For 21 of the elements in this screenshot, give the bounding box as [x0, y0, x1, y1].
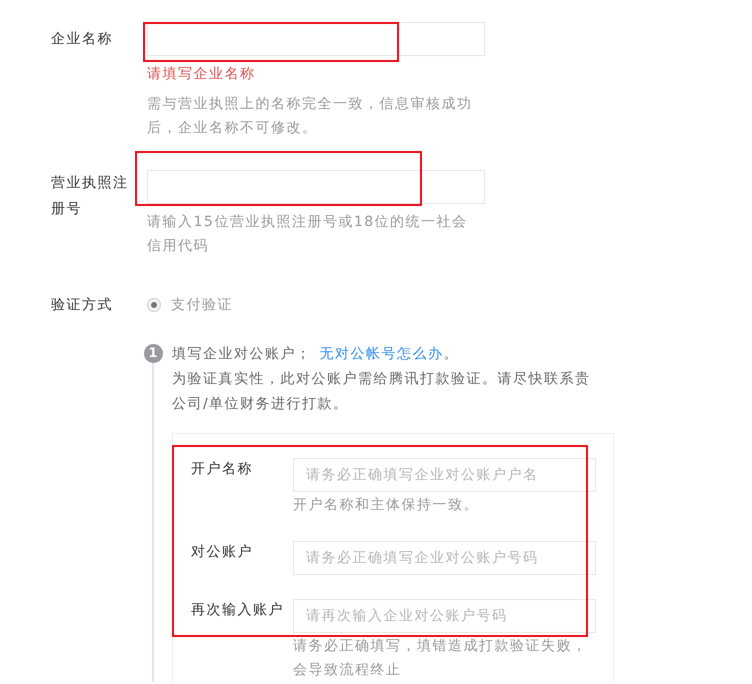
error-message: 请填写企业名称 — [147, 65, 256, 84]
help-text: 开户名称和主体保持一致。 — [293, 496, 480, 515]
radio-label: 支付验证 — [171, 296, 233, 315]
field-label: 营业执照注册号 — [51, 174, 130, 219]
help-text: 请输入15位营业执照注册号或18位的统一社会信用代码 — [147, 213, 469, 256]
text-input[interactable] — [147, 22, 485, 56]
field-label: 再次输入账户 — [191, 601, 285, 620]
step-title: 填写企业对公账户； 无对公帐号怎么办。 — [172, 345, 460, 364]
help-text: 需与营业执照上的名称完全一致，信息审核成功后，企业名称不可修改。 — [147, 95, 474, 138]
help-text: 请务必正确填写，填错造成打款验证失败，会导致流程终止 — [293, 637, 588, 680]
help-link[interactable]: 无对公帐号怎么办 — [320, 346, 444, 362]
text-input[interactable]: 请务必正确填写企业对公账户号码 — [293, 541, 596, 575]
field-label: 对公账户 — [191, 543, 254, 562]
text-input[interactable]: 请再次输入企业对公账户号码 — [293, 599, 596, 633]
step-number: 1 — [144, 344, 162, 363]
text-input[interactable]: 请务必正确填写企业对公账户户名 — [293, 458, 596, 492]
step-description: 为验证真实性，此对公账户需给腾讯打款验证。请尽快联系贵公司/单位财务进行打款。 — [172, 370, 592, 414]
text-input[interactable] — [147, 170, 485, 204]
field-label: 验证方式 — [51, 296, 114, 315]
field-label: 开户名称 — [191, 460, 254, 479]
field-label: 企业名称 — [51, 30, 114, 49]
